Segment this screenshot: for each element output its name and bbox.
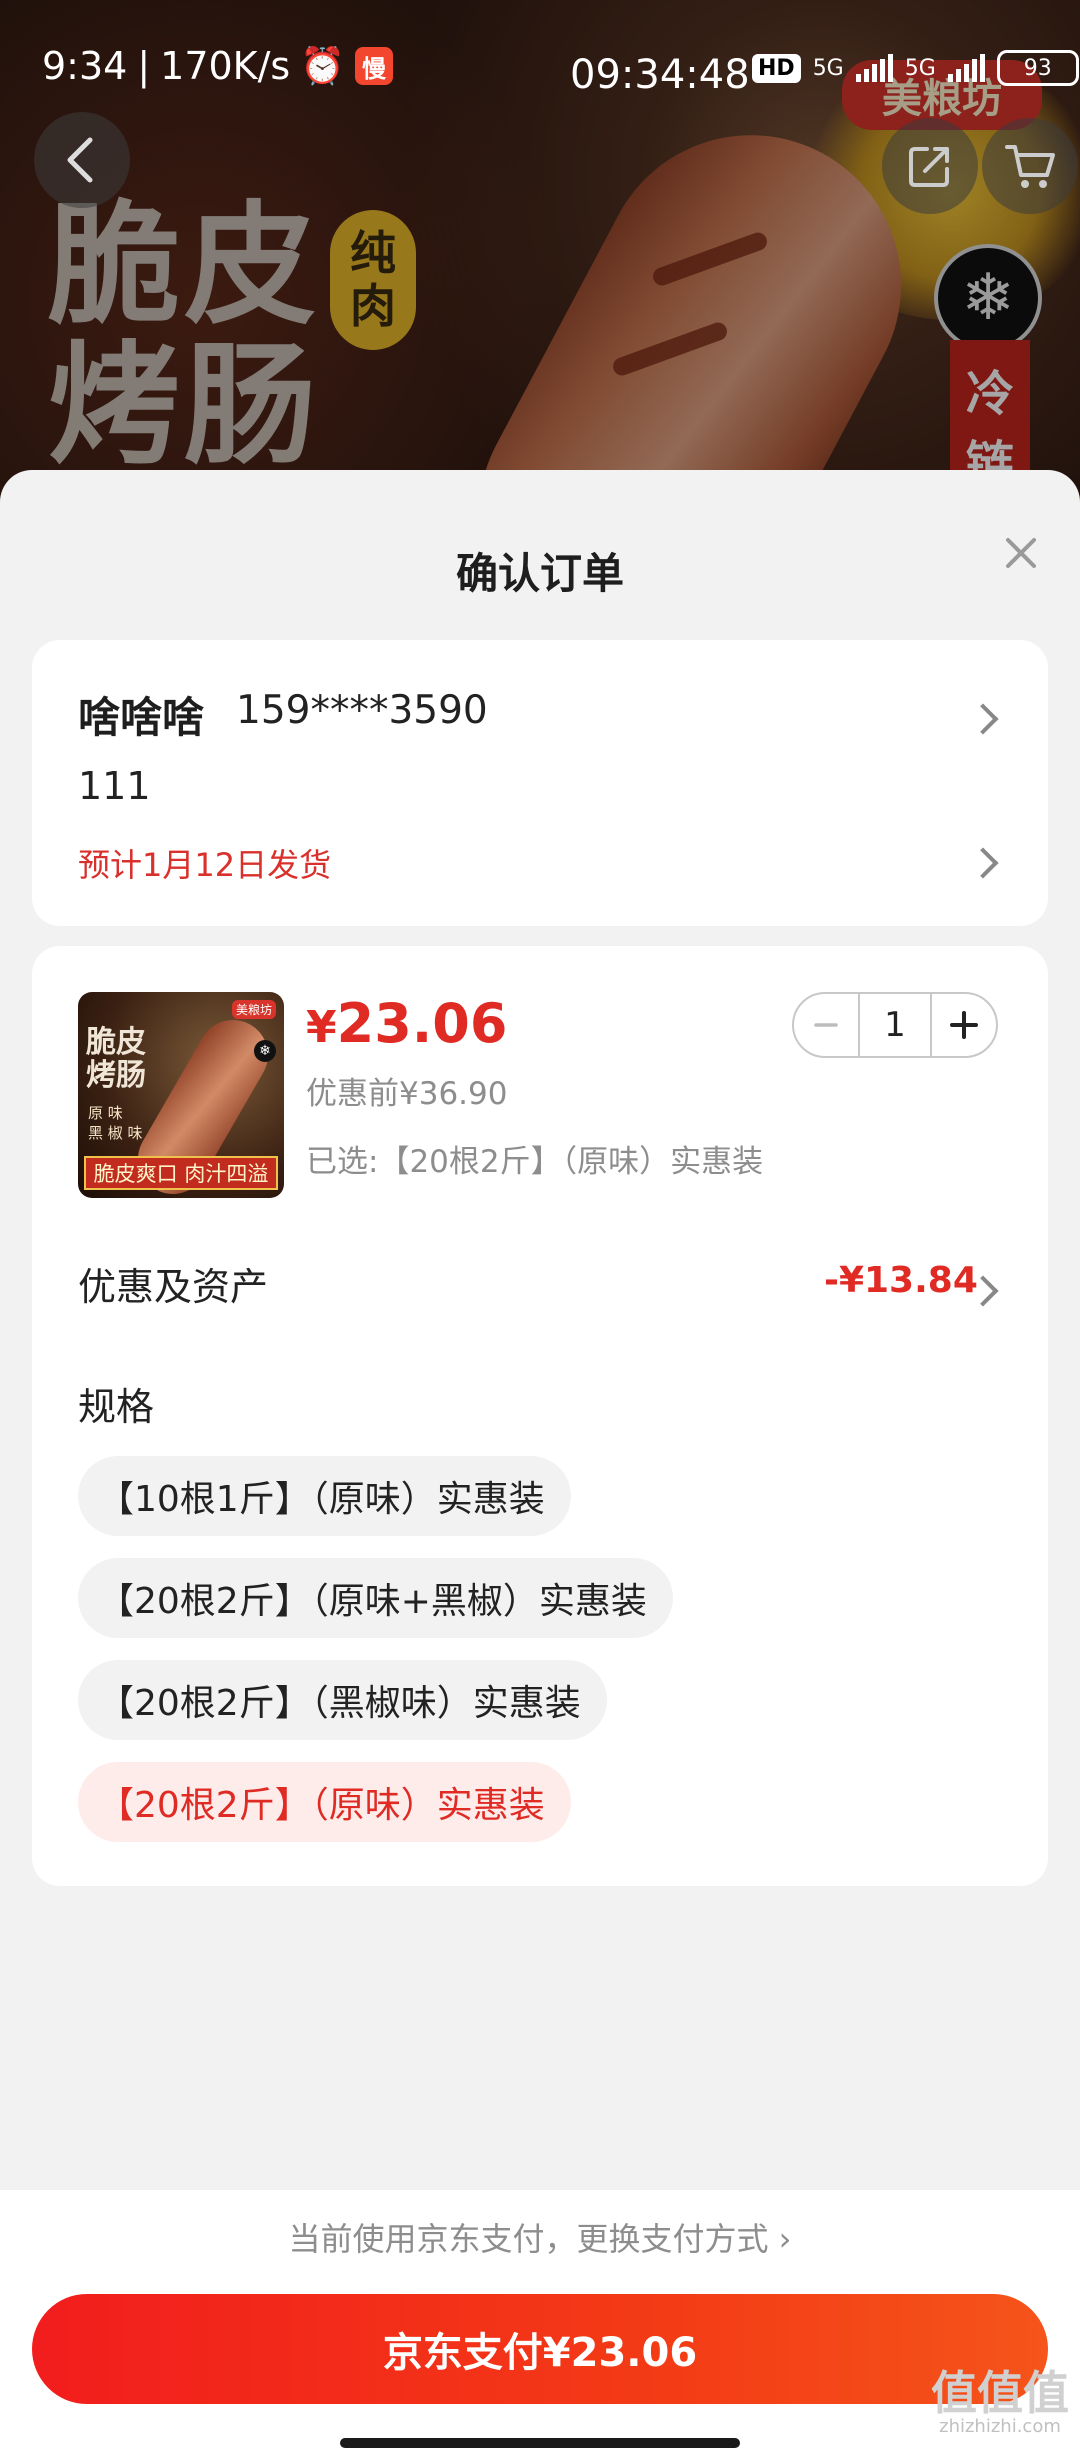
change-payment-method-link[interactable]: 当前使用京东支付，更换支付方式 ›: [0, 2214, 1080, 2260]
signal-icon: [855, 54, 893, 82]
discount-label[interactable]: 优惠及资产: [78, 1256, 268, 1311]
back-arrow-icon: [67, 137, 93, 183]
close-icon: [1006, 538, 1036, 568]
chevron-right-icon: [967, 703, 999, 735]
spec-option-20-2-mixed[interactable]: 【20根2斤】（原味+黑椒）实惠装: [78, 1558, 673, 1638]
increase-quantity-button[interactable]: [932, 994, 996, 1056]
address-card[interactable]: 啥啥啥 159****3590 111 预计1月12日发货: [32, 640, 1048, 926]
back-button[interactable]: [34, 112, 130, 208]
network-type-1: 5G: [812, 55, 844, 81]
sheet-title: 确认订单: [455, 549, 624, 598]
decrease-quantity-button[interactable]: [794, 994, 858, 1056]
signal-icon-2: [947, 54, 985, 82]
original-price: 优惠前¥36.90: [306, 1076, 508, 1112]
payment-footer: 当前使用京东支付，更换支付方式 › 京东支付¥23.06: [0, 2190, 1080, 2460]
shipping-estimate: 预计1月12日发货: [78, 846, 332, 884]
spec-title: 规格: [78, 1385, 155, 1429]
chevron-right-icon[interactable]: [967, 847, 999, 879]
selected-spec: 已选:【20根2斤】（原味）实惠装: [306, 1144, 764, 1180]
quantity-value[interactable]: 1: [858, 994, 932, 1056]
watermark-url: zhizhizhi.com: [939, 2416, 1061, 2437]
address-detail: 111: [78, 764, 151, 808]
cart-icon: [1005, 145, 1055, 188]
snowflake-icon: ❄: [254, 1040, 276, 1062]
minus-icon: [814, 1023, 838, 1027]
price-value: 23.06: [336, 992, 508, 1055]
order-card: 美粮坊 ❄ 脆皮 烤肠 原 味 黑 椒 味 脆皮爽口 肉汁四溢 ¥23.06 优…: [32, 946, 1048, 1886]
confirm-order-sheet: 确认订单 啥啥啥 159****3590 111 预计1月12日发货 美粮坊 ❄…: [0, 470, 1080, 2460]
thumb-title-line2: 烤肠: [86, 1058, 146, 1093]
thumb-brand-logo: 美粮坊: [232, 1000, 277, 1019]
plus-icon: [950, 1011, 978, 1039]
quantity-stepper: 1: [792, 992, 998, 1058]
close-button[interactable]: [996, 528, 1046, 578]
battery-level: 93: [1023, 55, 1052, 81]
product-price: ¥23.06: [306, 992, 507, 1055]
spec-option-20-2-blackpepper[interactable]: 【20根2斤】（黑椒味）实惠装: [78, 1660, 607, 1740]
discount-value[interactable]: -¥13.84: [824, 1260, 978, 1301]
spec-option-10-1-original[interactable]: 【10根1斤】（原味）实惠装: [78, 1456, 571, 1536]
recipient-name: 啥啥啥: [78, 693, 205, 742]
battery-icon: 93: [996, 50, 1080, 86]
share-icon: [909, 147, 949, 187]
status-time: 9:34: [42, 44, 128, 88]
recipient-phone: 159****3590: [236, 688, 488, 733]
share-button[interactable]: [882, 118, 978, 214]
thumb-slogan: 脆皮爽口 肉汁四溢: [84, 1156, 278, 1190]
cart-button[interactable]: [982, 118, 1078, 214]
watermark-logo: 值值值: [931, 2366, 1069, 2420]
jd-pay-button[interactable]: 京东支付¥23.06: [32, 2294, 1048, 2404]
thumb-subtitle: 原 味 黑 椒 味: [88, 1104, 143, 1142]
network-type-2: 5G: [904, 55, 936, 81]
home-indicator[interactable]: [340, 2438, 740, 2448]
status-clock: 09:34:48: [570, 52, 750, 98]
product-thumbnail[interactable]: 美粮坊 ❄ 脆皮 烤肠 原 味 黑 椒 味 脆皮爽口 肉汁四溢: [78, 992, 284, 1198]
alarm-icon: ⏰: [300, 46, 346, 87]
status-divider: |: [137, 44, 151, 88]
status-left: 9:34 | 170K/s ⏰ 慢: [42, 44, 394, 88]
status-right: HD 5G 5G 93: [752, 50, 1080, 86]
spec-option-20-2-original-selected[interactable]: 【20根2斤】（原味）实惠装: [78, 1762, 571, 1842]
site-watermark: 值值值 zhizhizhi.com: [930, 2370, 1070, 2454]
thumb-title: 脆皮 烤肠: [86, 1026, 146, 1092]
status-net-speed: 170K/s: [160, 44, 291, 88]
thumb-title-line1: 脆皮: [86, 1025, 146, 1060]
slow-app-icon: 慢: [355, 47, 394, 85]
price-currency: ¥: [306, 1002, 337, 1053]
hd-icon: HD: [752, 53, 801, 83]
